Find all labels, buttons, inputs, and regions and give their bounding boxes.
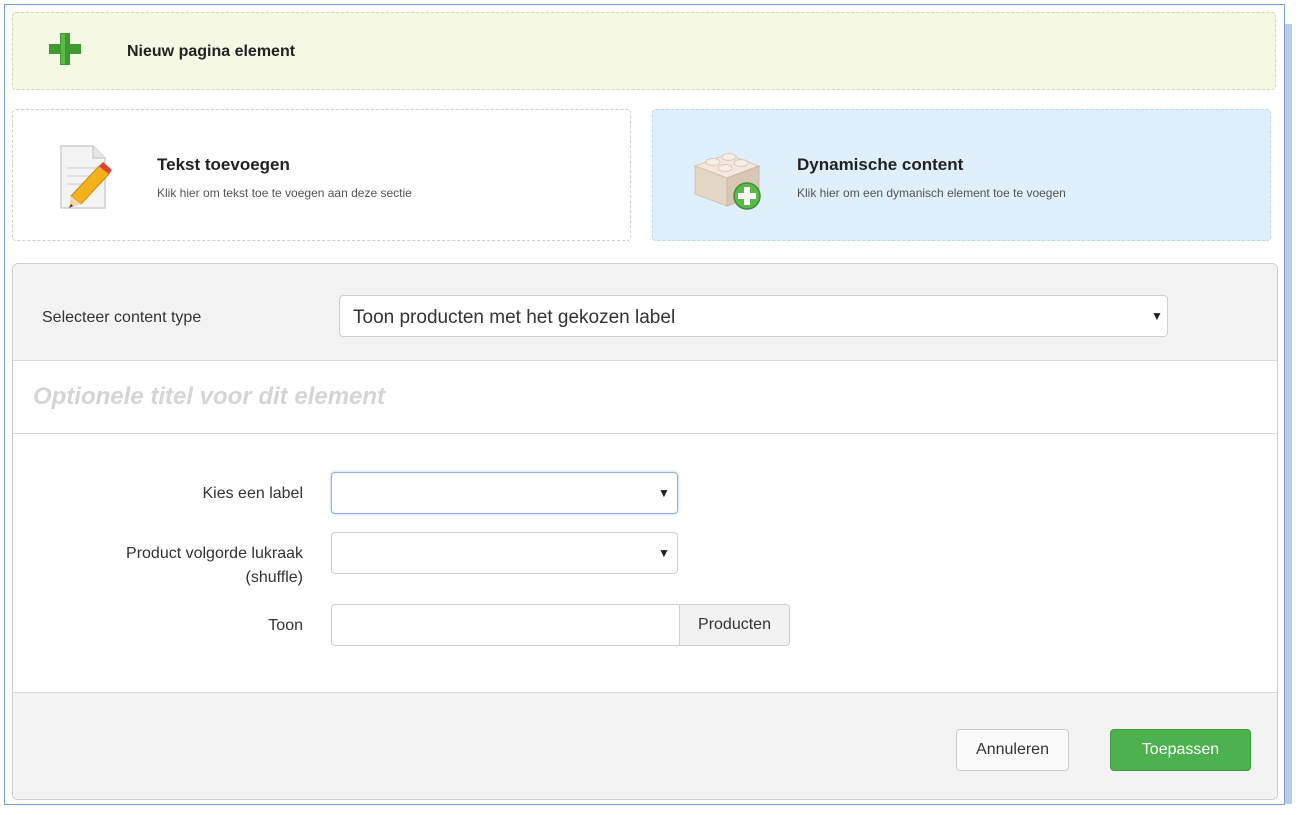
label-select[interactable]: ▼ [331,472,678,514]
element-title-row [13,361,1277,434]
dynamic-content-description: Klik hier om een dymanisch element toe t… [797,186,1066,200]
dynamic-content-title: Dynamische content [797,155,964,174]
shuffle-label-line1: Product volgorde lukraak [126,545,303,562]
dynamic-content-panel: Selecteer content type Toon producten me… [12,263,1278,800]
content-type-select[interactable]: Toon producten met het gekozen label ▼ [339,295,1168,337]
label-field-label: Kies een label [202,485,303,502]
toon-field-label: Toon [268,617,303,634]
apply-button[interactable]: Toepassen [1110,729,1251,771]
chevron-down-icon: ▼ [658,546,670,560]
dialog-title: Nieuw pagina element [127,43,296,60]
add-text-title: Tekst toevoegen [157,155,290,174]
toon-count-input[interactable] [331,604,679,646]
element-title-input[interactable] [13,361,1277,433]
dialog-window: Nieuw pagina element Tekst toevoegen Kli… [4,4,1285,805]
plus-icon [49,33,81,65]
toon-addon: Producten [679,604,790,646]
dialog-footer: Annuleren Toepassen [13,692,1277,799]
cancel-button[interactable]: Annuleren [956,729,1069,771]
shuffle-label-line2: (shuffle) [245,569,303,586]
dynamic-content-card[interactable]: Dynamische content Klik hier om een dyma… [652,109,1271,241]
content-type-label: Selecteer content type [42,309,202,326]
add-text-card[interactable]: Tekst toevoegen Klik hier om tekst toe t… [12,109,631,241]
add-text-description: Klik hier om tekst toe te voegen aan dez… [157,186,412,200]
chevron-down-icon: ▼ [1151,309,1163,323]
lego-block-add-icon [693,153,761,210]
shuffle-field-label: Product volgorde lukraak (shuffle) [23,542,303,590]
pencil-document-icon [60,145,112,209]
chevron-down-icon: ▼ [658,486,670,500]
shuffle-select[interactable]: ▼ [331,532,678,574]
content-type-row: Selecteer content type Toon producten me… [13,264,1277,361]
content-type-selected: Toon producten met het gekozen label [353,307,676,328]
dialog-header: Nieuw pagina element [12,12,1276,90]
